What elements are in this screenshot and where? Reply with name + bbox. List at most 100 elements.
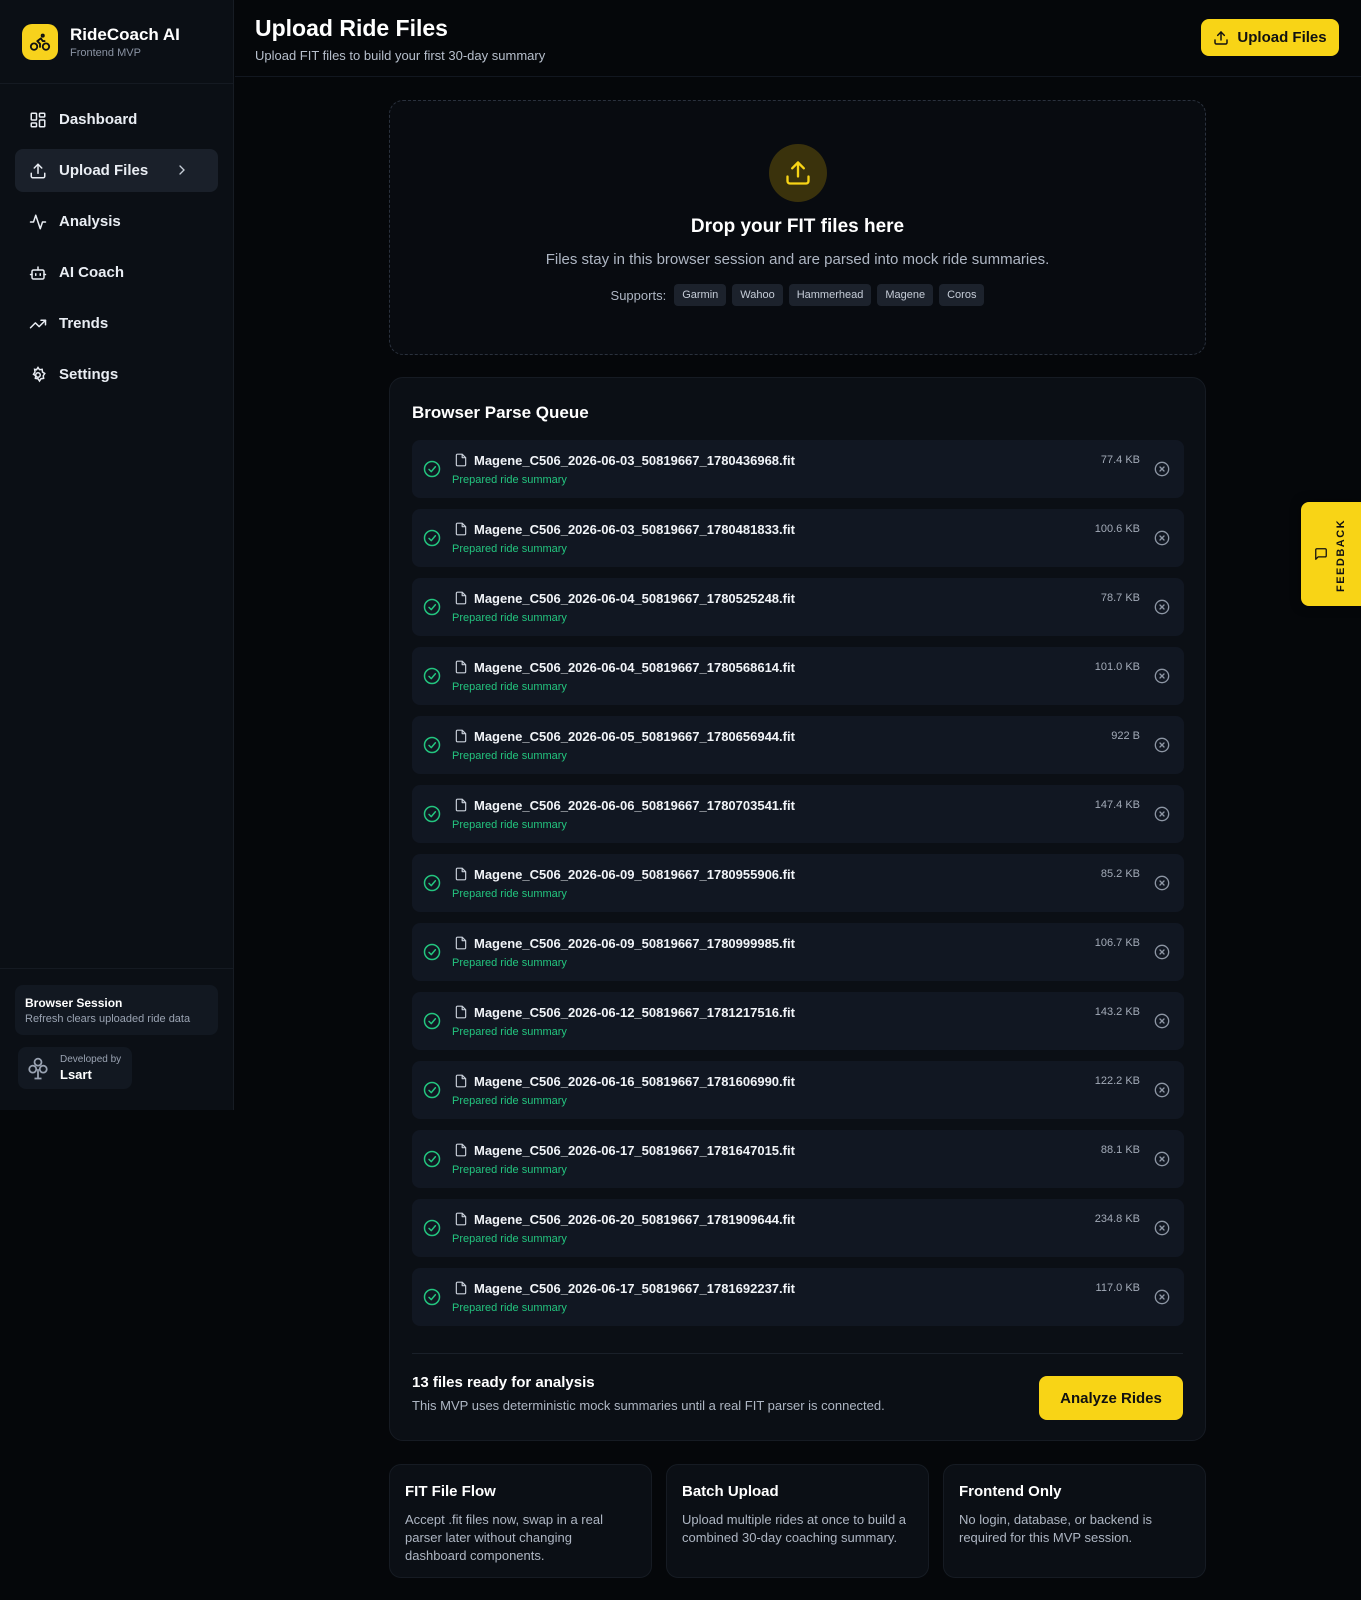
pulse-icon: [29, 214, 47, 229]
file-icon: [455, 1074, 467, 1088]
sidebar-item-label: Analysis: [59, 213, 121, 230]
sidebar-item-label: Trends: [59, 315, 109, 332]
sidebar: RideCoach AI Frontend MVP Dashboard Uplo…: [0, 0, 234, 1110]
x-circle-icon[interactable]: [1154, 944, 1170, 960]
sidebar-footer: Browser Session Refresh clears uploaded …: [0, 968, 233, 1089]
file-icon: [455, 1143, 467, 1157]
device-chip: Magene: [877, 284, 934, 306]
x-circle-icon[interactable]: [1154, 1289, 1170, 1305]
sidebar-item-trends[interactable]: Trends: [15, 302, 218, 345]
analyze-rides-button[interactable]: Analyze Rides: [1039, 1376, 1183, 1420]
upload-icon: [1214, 30, 1229, 45]
file-size: 922 B: [1111, 730, 1140, 742]
sidebar-item-dashboard[interactable]: Dashboard: [15, 98, 218, 141]
x-circle-icon[interactable]: [1154, 737, 1170, 753]
file-name: Magene_C506_2026-06-05_50819667_17806569…: [474, 729, 795, 744]
file-dropzone[interactable]: Drop your FIT files here Files stay in t…: [389, 100, 1206, 355]
file-icon: [455, 591, 467, 605]
feedback-label: FEEDBACK: [1335, 518, 1347, 592]
file-icon: [455, 798, 467, 812]
x-circle-icon[interactable]: [1154, 599, 1170, 615]
file-status: Prepared ride summary: [452, 612, 567, 624]
sidebar-nav: Dashboard Upload Files Analysis AI Coach…: [0, 84, 233, 418]
queue-row: Magene_C506_2026-06-17_50819667_17816922…: [412, 1268, 1184, 1326]
check-circle-icon: [423, 1150, 441, 1168]
file-size: 117.0 KB: [1095, 1282, 1140, 1294]
page-title: Upload Ride Files: [255, 15, 448, 41]
queue-row: Magene_C506_2026-06-16_50819667_17816069…: [412, 1061, 1184, 1119]
x-circle-icon[interactable]: [1154, 461, 1170, 477]
x-circle-icon[interactable]: [1154, 668, 1170, 684]
file-status: Prepared ride summary: [452, 1095, 567, 1107]
divider: [412, 1353, 1183, 1354]
x-circle-icon[interactable]: [1154, 1082, 1170, 1098]
parse-queue-panel: Browser Parse Queue Magene_C506_2026-06-…: [389, 377, 1206, 1441]
file-icon: [455, 1005, 467, 1019]
file-name: Magene_C506_2026-06-03_50819667_17804818…: [474, 522, 795, 537]
x-circle-icon[interactable]: [1154, 1013, 1170, 1029]
upload-files-button[interactable]: Upload Files: [1201, 19, 1339, 56]
queue-row: Magene_C506_2026-06-12_50819667_17812175…: [412, 992, 1184, 1050]
card-text: Upload multiple rides at once to build a…: [682, 1512, 907, 1545]
session-text: Refresh clears uploaded ride data: [25, 1013, 191, 1025]
sidebar-item-settings[interactable]: Settings: [15, 353, 218, 396]
queue-row: Magene_C506_2026-06-04_50819667_17805686…: [412, 647, 1184, 705]
x-circle-icon[interactable]: [1154, 530, 1170, 546]
info-card-batch-upload: Batch Upload Upload multiple rides at on…: [666, 1464, 929, 1578]
sidebar-item-label: Dashboard: [59, 111, 138, 128]
file-size: 77.4 KB: [1100, 454, 1140, 466]
file-icon: [455, 936, 467, 950]
card-title: FIT File Flow: [405, 1483, 496, 1500]
x-circle-icon[interactable]: [1154, 806, 1170, 822]
upload-icon: [30, 163, 46, 178]
device-chip: Hammerhead: [788, 284, 872, 306]
file-name: Magene_C506_2026-06-12_50819667_17812175…: [474, 1005, 795, 1020]
developer-label: Developed by: [60, 1054, 122, 1065]
message-icon: [1315, 548, 1327, 560]
sidebar-item-upload[interactable]: Upload Files: [15, 149, 218, 192]
ready-description: This MVP uses deterministic mock summari…: [412, 1398, 885, 1413]
sidebar-item-ai-coach[interactable]: AI Coach: [15, 251, 218, 294]
file-size: 234.8 KB: [1094, 1213, 1140, 1225]
file-size: 100.6 KB: [1094, 523, 1140, 535]
queue-row: Magene_C506_2026-06-09_50819667_17809559…: [412, 854, 1184, 912]
check-circle-icon: [423, 529, 441, 547]
sidebar-item-analysis[interactable]: Analysis: [15, 200, 218, 243]
supported-devices: Supports: Garmin Wahoo Hammerhead Magene…: [390, 284, 1205, 306]
x-circle-icon[interactable]: [1154, 1220, 1170, 1236]
device-chip: Garmin: [674, 284, 727, 306]
page-subtitle: Upload FIT files to build your first 30-…: [255, 48, 546, 63]
queue-row: Magene_C506_2026-06-03_50819667_17804818…: [412, 509, 1184, 567]
card-text: Accept .fit files now, swap in a real pa…: [405, 1512, 603, 1563]
sidebar-item-label: Settings: [59, 366, 119, 383]
chevron-right-icon: [179, 165, 185, 175]
feedback-tab[interactable]: FEEDBACK: [1301, 502, 1361, 606]
file-name: Magene_C506_2026-06-17_50819667_17816470…: [474, 1143, 795, 1158]
check-circle-icon: [423, 1288, 441, 1306]
file-size: 88.1 KB: [1100, 1144, 1140, 1156]
upload-icon: [768, 144, 827, 202]
file-icon: [455, 660, 467, 674]
queue-row: Magene_C506_2026-06-06_50819667_17807035…: [412, 785, 1184, 843]
file-size: 122.2 KB: [1094, 1075, 1140, 1087]
ready-count: 13 files ready for analysis: [412, 1374, 595, 1391]
file-status: Prepared ride summary: [452, 819, 567, 831]
trending-up-icon: [29, 319, 47, 328]
check-circle-icon: [423, 598, 441, 616]
queue-row: Magene_C506_2026-06-04_50819667_17805252…: [412, 578, 1184, 636]
browser-session-card: Browser Session Refresh clears uploaded …: [15, 985, 218, 1035]
queue-row: Magene_C506_2026-06-09_50819667_17809999…: [412, 923, 1184, 981]
file-status: Prepared ride summary: [452, 1026, 567, 1038]
file-status: Prepared ride summary: [452, 888, 567, 900]
file-status: Prepared ride summary: [452, 1233, 567, 1245]
device-chip: Coros: [939, 284, 985, 306]
file-icon: [455, 1212, 467, 1226]
check-circle-icon: [423, 874, 441, 892]
queue-row: Magene_C506_2026-06-20_50819667_17819096…: [412, 1199, 1184, 1257]
file-icon: [455, 522, 467, 536]
developer-badge[interactable]: Developed by Lsart: [18, 1047, 132, 1089]
file-size: 101.0 KB: [1094, 661, 1140, 673]
info-card-fit-flow: FIT File Flow Accept .fit files now, swa…: [389, 1464, 652, 1578]
x-circle-icon[interactable]: [1154, 875, 1170, 891]
x-circle-icon[interactable]: [1154, 1151, 1170, 1167]
